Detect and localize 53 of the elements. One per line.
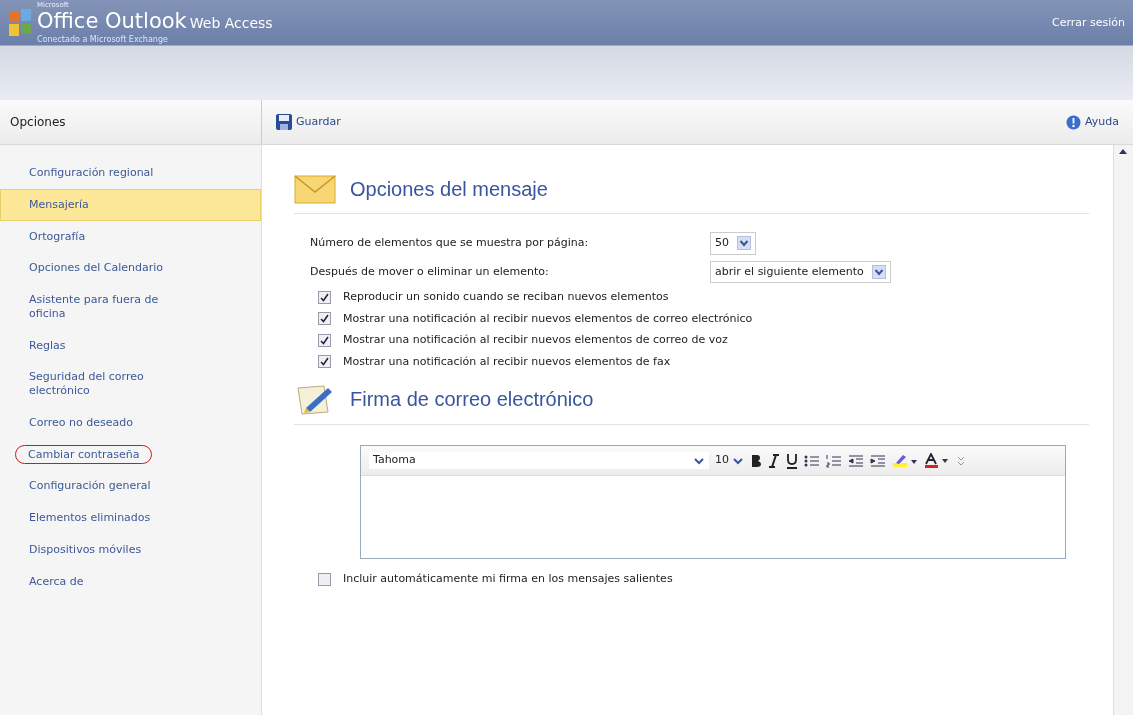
save-button[interactable]: Guardar: [270, 111, 347, 133]
sidebar-item[interactable]: Ortografía: [0, 220, 261, 253]
outdent-icon: [848, 453, 864, 468]
bullet-list-icon: [804, 453, 820, 468]
envelope-icon: [294, 173, 336, 205]
bold-icon: [750, 453, 762, 468]
sidebar-item[interactable]: Seguridad del correo electrónico: [0, 361, 261, 407]
font-color-icon: [924, 452, 950, 469]
checkbox-label: Reproducir un sonido cuando se reciban nuevos elementos: [343, 289, 669, 305]
app-title-suffix: Web Access: [189, 13, 273, 33]
select-field[interactable]: 50: [710, 232, 756, 255]
connection-subtitle: Conectado a Microsoft Exchange: [37, 33, 169, 46]
highlighter-icon: [892, 453, 918, 468]
help-button[interactable]: Ayuda: [1060, 111, 1125, 133]
checkbox[interactable]: [318, 312, 331, 326]
checkbox-label: Mostrar una notificación al recibir nuevos elementos de correo de voz: [343, 332, 728, 348]
logout-link[interactable]: Cerrar sesión: [1051, 14, 1125, 32]
sidebar-item[interactable]: Configuración regional: [0, 157, 261, 189]
dropdown-icon: [737, 236, 751, 251]
sidebar-item[interactable]: Reglas: [0, 329, 261, 362]
sidebar-item[interactable]: Opciones del Calendario: [0, 252, 261, 284]
font-size-select[interactable]: 10: [715, 452, 744, 469]
checkbox[interactable]: [318, 290, 331, 304]
sidebar-item[interactable]: Cambiar contraseña: [0, 438, 261, 471]
help-icon: [1066, 114, 1081, 130]
italic-icon: [768, 453, 780, 468]
section-title: Firma de correo electrónico: [350, 387, 594, 412]
checkbox[interactable]: [318, 333, 331, 347]
select-field[interactable]: abrir el siguiente elemento: [710, 260, 891, 283]
checkbox-label: Mostrar una notificación al recibir nuevos elementos de fax: [343, 353, 671, 370]
field-label: Número de elementos que se muestra por página:: [310, 235, 590, 251]
underline-icon: [786, 452, 798, 469]
sidebar-item[interactable]: Mensajería: [0, 188, 261, 221]
checkbox-label: Incluir automáticamente mi firma en los mensajes salientes: [343, 571, 673, 587]
sidebar-item[interactable]: Asistente para fuera de oficina: [0, 284, 261, 330]
field-label: Después de mover o eliminar un elemento:: [310, 263, 550, 280]
indent-icon: [870, 453, 886, 468]
numbered-list-icon: [826, 453, 842, 468]
checkbox[interactable]: [318, 572, 331, 586]
checkbox-label: Mostrar una notificación al recibir nuevos elementos de correo electrónico: [343, 310, 753, 327]
office-logo-icon: [8, 8, 34, 38]
more-options-icon: [956, 454, 966, 467]
section-title: Opciones del mensaje: [350, 177, 548, 202]
sidebar-item[interactable]: Dispositivos móviles: [0, 533, 261, 566]
sidebar-item[interactable]: Correo no deseado: [0, 406, 261, 439]
sidebar-item[interactable]: Configuración general: [0, 470, 261, 502]
sidebar-item[interactable]: Elementos eliminados: [0, 502, 261, 534]
checkbox[interactable]: [318, 355, 331, 369]
sidebar-title: Opciones: [10, 114, 66, 131]
sidebar-item[interactable]: Acerca de: [0, 565, 261, 598]
app-title: Office Outlook: [37, 10, 187, 32]
font-select[interactable]: Tahoma: [369, 452, 709, 469]
dropdown-icon: [871, 264, 886, 279]
